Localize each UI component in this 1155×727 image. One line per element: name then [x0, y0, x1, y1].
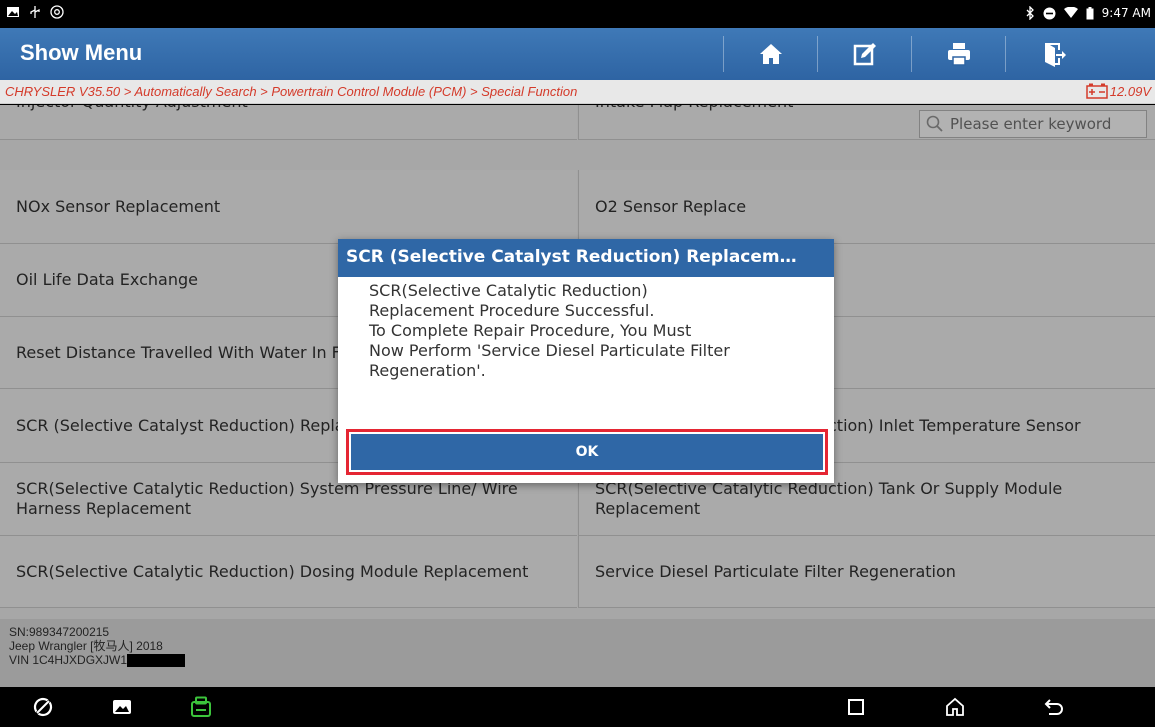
vci-icon: [191, 696, 211, 717]
dialog-title: SCR (Selective Catalyst Reduction) Repla…: [338, 239, 834, 277]
edit-icon: [853, 43, 876, 66]
ok-button-highlight: OK: [346, 429, 828, 475]
nav-home-button[interactable]: [941, 693, 969, 721]
wifi-icon: [1063, 7, 1078, 18]
print-button[interactable]: [912, 28, 1005, 80]
photo-icon: [7, 7, 19, 17]
system-nav-bar: [0, 687, 1155, 727]
vci-button[interactable]: [187, 693, 215, 721]
back-button[interactable]: [1040, 693, 1068, 721]
back-icon: [1044, 699, 1063, 715]
dialog-message: SCR(Selective Catalytic Reduction) Repla…: [369, 281, 730, 380]
recents-button[interactable]: [842, 693, 870, 721]
battery-icon: [1086, 6, 1094, 19]
breadcrumb-bar: CHRYSLER V35.50 > Automatically Search >…: [0, 80, 1155, 104]
page-title: Show Menu: [20, 40, 143, 65]
status-right-icons: 9:47 AM: [1025, 6, 1151, 20]
battery-voltage: 12.09V: [1109, 83, 1151, 99]
edit-button[interactable]: [818, 28, 911, 80]
bluetooth-icon: [1026, 6, 1034, 20]
recents-icon: [848, 699, 864, 715]
browser-icon: [33, 697, 53, 717]
usb-icon: [30, 6, 40, 18]
exit-button[interactable]: [1006, 28, 1099, 80]
chrome-icon: [50, 5, 64, 19]
app-header: Show Menu: [0, 28, 1155, 80]
result-dialog: SCR (Selective Catalyst Reduction) Repla…: [338, 239, 834, 483]
status-time: 9:47 AM: [1101, 6, 1151, 20]
breadcrumb: CHRYSLER V35.50 > Automatically Search >…: [5, 84, 578, 99]
gallery-icon: [113, 700, 131, 714]
home-icon: [946, 697, 964, 716]
home-button[interactable]: [724, 28, 817, 80]
print-icon: [947, 43, 970, 66]
gallery-button[interactable]: [108, 693, 136, 721]
home-icon: [759, 44, 782, 64]
car-battery-icon: [1086, 83, 1108, 99]
ok-button[interactable]: OK: [351, 434, 823, 470]
modal-overlay: [0, 619, 1155, 687]
status-bar: 9:47 AM: [0, 0, 1155, 28]
exit-icon: [1044, 43, 1066, 67]
browser-button[interactable]: [29, 693, 57, 721]
vehicle-battery-indicator: 12.09V: [1086, 83, 1151, 99]
status-left-icons: [6, 5, 64, 19]
dnd-icon: [1043, 7, 1056, 19]
